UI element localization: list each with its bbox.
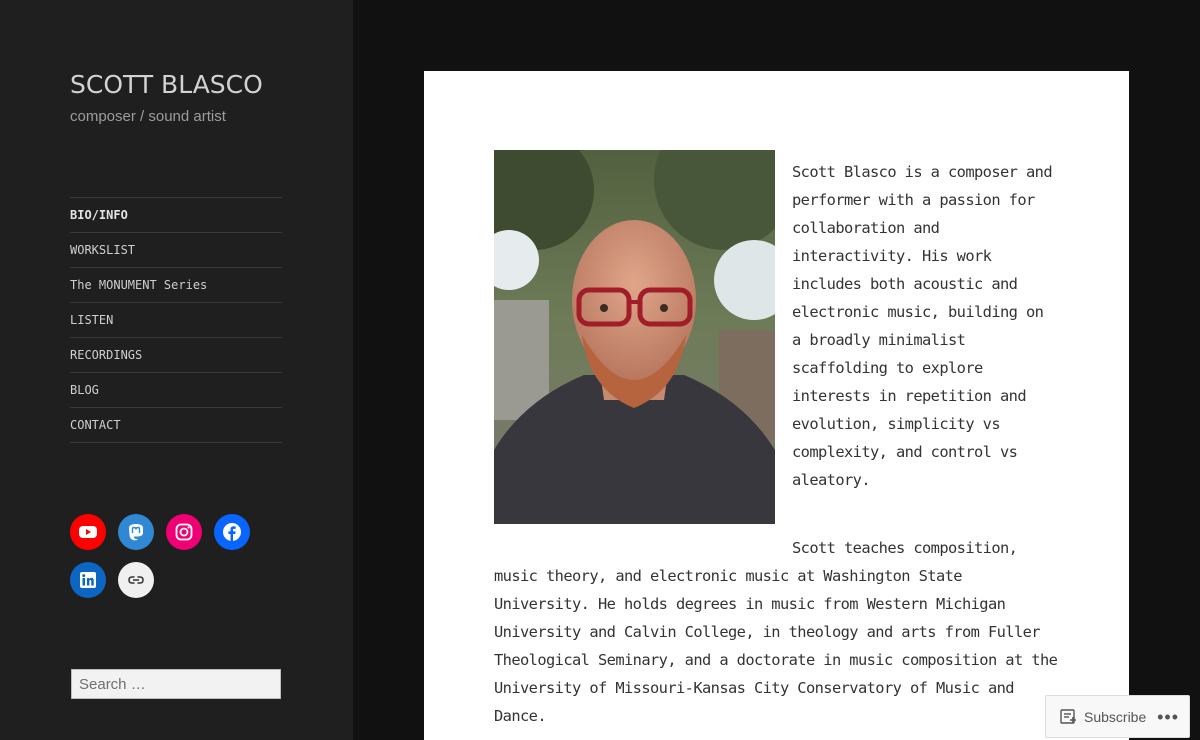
portrait-photo xyxy=(494,150,775,524)
reader-icon xyxy=(1060,709,1076,724)
subscribe-button[interactable]: Subscribe xyxy=(1046,708,1146,725)
site-description: composer / sound artist xyxy=(70,108,226,125)
nav-item-blog[interactable]: BLOG xyxy=(70,373,282,408)
facebook-icon xyxy=(223,523,241,541)
site-title[interactable]: SCOTT BLASCO xyxy=(70,70,263,99)
youtube-link[interactable] xyxy=(70,514,106,550)
subscribe-bar: Subscribe ••• xyxy=(1045,695,1190,738)
subscribe-label: Subscribe xyxy=(1084,708,1147,725)
mastodon-link[interactable] xyxy=(118,514,154,550)
youtube-icon xyxy=(79,526,97,538)
main-content: Scott Blasco is a composer and performer… xyxy=(424,71,1129,740)
nav-item-recordings[interactable]: RECORDINGS xyxy=(70,338,282,373)
nav-item-contact[interactable]: CONTACT xyxy=(70,408,282,443)
facebook-link[interactable] xyxy=(214,514,250,550)
main-nav: BIO/INFO WORKSLIST The MONUMENT Series L… xyxy=(70,197,282,443)
website-link[interactable] xyxy=(118,562,154,598)
instagram-icon xyxy=(175,523,193,541)
search-input[interactable] xyxy=(71,669,281,699)
bio-article: Scott Blasco is a composer and performer… xyxy=(494,150,1060,740)
bio-paragraph-2: Scott teaches composition, music theory,… xyxy=(494,539,1058,725)
nav-item-bio-info[interactable]: BIO/INFO xyxy=(70,198,282,233)
link-icon xyxy=(128,576,144,584)
linkedin-icon xyxy=(80,572,96,588)
linkedin-link[interactable] xyxy=(70,562,106,598)
nav-item-workslist[interactable]: WORKSLIST xyxy=(70,233,282,268)
nav-item-monument-series[interactable]: The MONUMENT Series xyxy=(70,268,282,303)
mastodon-icon xyxy=(129,524,143,541)
social-links xyxy=(70,514,270,610)
nav-item-listen[interactable]: LISTEN xyxy=(70,303,282,338)
more-options-icon[interactable]: ••• xyxy=(1157,708,1179,726)
instagram-link[interactable] xyxy=(166,514,202,550)
sidebar: SCOTT BLASCO composer / sound artist BIO… xyxy=(0,0,353,740)
